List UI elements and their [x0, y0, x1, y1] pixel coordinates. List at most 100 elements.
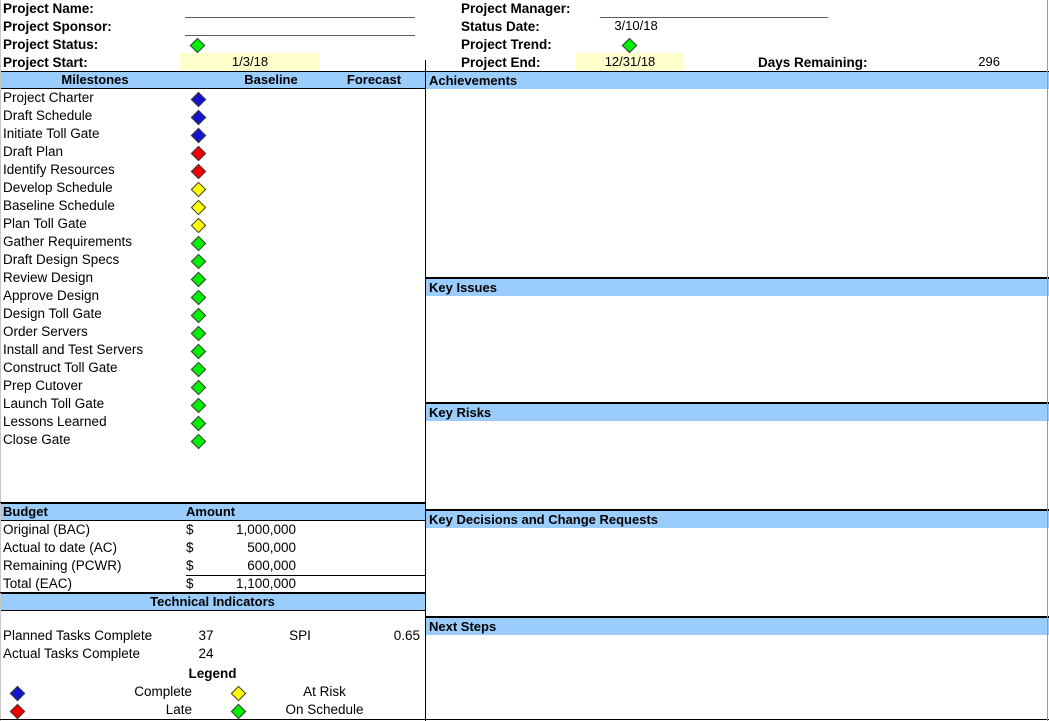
milestone-row[interactable]: Draft Schedule — [0, 107, 425, 125]
project-end-value[interactable]: 12/31/18 — [576, 53, 684, 71]
milestone-row[interactable]: Close Gate — [0, 431, 425, 449]
milestone-row[interactable]: Initiate Toll Gate — [0, 125, 425, 143]
project-start-value[interactable]: 1/3/18 — [180, 53, 320, 71]
project-manager-label: Project Manager: — [461, 1, 571, 16]
budget-amount: 1,000,000 — [186, 521, 296, 539]
milestone-name: Plan Toll Gate — [3, 215, 87, 233]
budget-header-label: Budget — [0, 504, 48, 520]
budget-row: Actual to date (AC)$500,000 — [0, 539, 425, 557]
budget-row-label: Remaining (PCWR) — [3, 557, 122, 575]
baseline-header-label: Baseline — [216, 72, 326, 88]
right-section-title: Key Decisions and Change Requests — [426, 512, 658, 528]
milestone-row[interactable]: Plan Toll Gate — [0, 215, 425, 233]
left-budget-bottom-rule — [0, 592, 426, 593]
sheet-left-edge — [0, 0, 1, 721]
milestone-row[interactable]: Review Design — [0, 269, 425, 287]
diamond-shape — [191, 326, 207, 342]
diamond-shape — [191, 272, 207, 288]
technical-indicators-label: Technical Indicators — [150, 594, 275, 610]
milestone-row[interactable]: Prep Cutover — [0, 377, 425, 395]
spi-value: 0.65 — [352, 627, 420, 645]
milestone-row[interactable]: Gather Requirements — [0, 233, 425, 251]
header-row-project-trend: Project Trend: — [461, 36, 552, 54]
spi-label: SPI — [270, 627, 330, 645]
milestone-name: Gather Requirements — [3, 233, 132, 251]
diamond-shape — [191, 110, 207, 126]
technical-indicator-label: Actual Tasks Complete — [3, 645, 140, 663]
right-section-body[interactable] — [426, 421, 1049, 510]
milestones-list: Project CharterDraft ScheduleInitiate To… — [0, 89, 425, 503]
milestone-name: Launch Toll Gate — [3, 395, 104, 413]
diamond-shape — [190, 38, 206, 54]
milestone-row[interactable]: Identify Resources — [0, 161, 425, 179]
milestone-row[interactable]: Design Toll Gate — [0, 305, 425, 323]
milestone-name: Approve Design — [3, 287, 99, 305]
diamond-shape — [191, 344, 207, 360]
budget-row-label: Original (BAC) — [3, 521, 90, 539]
days-remaining-label: Days Remaining: — [758, 54, 868, 72]
milestone-name: Design Toll Gate — [3, 305, 102, 323]
project-sponsor-input[interactable] — [185, 34, 415, 36]
diamond-shape — [231, 704, 247, 720]
status-date-value[interactable]: 3/10/18 — [576, 17, 696, 35]
sheet-right-edge — [1047, 0, 1048, 721]
sheet-bottom-rule — [0, 719, 1049, 720]
right-section-header: Next Steps — [426, 617, 1049, 637]
right-section-title: Key Issues — [426, 280, 497, 296]
project-name-input[interactable] — [185, 16, 415, 18]
technical-indicator-value: 37 — [180, 627, 232, 645]
milestone-row[interactable]: Launch Toll Gate — [0, 395, 425, 413]
legend-label: At Risk — [258, 683, 391, 701]
diamond-shape — [191, 254, 207, 270]
project-sponsor-label: Project Sponsor: — [3, 19, 112, 34]
days-remaining-value: 296 — [940, 53, 1000, 71]
diamond-shape — [191, 380, 207, 396]
milestone-row[interactable]: Draft Design Specs — [0, 251, 425, 269]
milestone-name: Identify Resources — [3, 161, 115, 179]
milestone-name: Draft Plan — [3, 143, 63, 161]
milestone-name: Develop Schedule — [3, 179, 113, 197]
milestone-row[interactable]: Baseline Schedule — [0, 197, 425, 215]
milestone-row[interactable]: Lessons Learned — [0, 413, 425, 431]
diamond-shape — [191, 92, 207, 108]
budget-row-label: Actual to date (AC) — [3, 539, 117, 557]
milestone-row[interactable]: Construct Toll Gate — [0, 359, 425, 377]
budget-row-label: Total (EAC) — [3, 575, 72, 593]
diamond-shape — [10, 686, 26, 702]
diamond-shape — [191, 308, 207, 324]
diamond-shape — [191, 164, 207, 180]
header-row-project-status: Project Status: — [3, 36, 98, 54]
header-row-project-name: Project Name: — [3, 0, 94, 18]
milestone-row[interactable]: Order Servers — [0, 323, 425, 341]
right-section-body[interactable] — [426, 528, 1049, 617]
header-right-block: Project Manager: Status Date: 3/10/18 Pr… — [428, 0, 1049, 71]
header-row-project-end: Project End: — [461, 54, 541, 72]
right-section-body[interactable] — [426, 635, 1049, 721]
right-section-body[interactable] — [426, 89, 1049, 278]
milestone-name: Construct Toll Gate — [3, 359, 118, 377]
milestones-column-header: Milestones Baseline Forecast — [0, 71, 425, 89]
milestone-row[interactable]: Install and Test Servers — [0, 341, 425, 359]
milestone-row[interactable]: Develop Schedule — [0, 179, 425, 197]
budget-amount: 1,100,000 — [186, 575, 296, 593]
right-section-body[interactable] — [426, 296, 1049, 403]
milestone-name: Draft Schedule — [3, 107, 92, 125]
budget-total-separator — [186, 575, 426, 576]
legend-label: Late — [60, 701, 192, 719]
header-row-status-date: Status Date: — [461, 18, 540, 36]
technical-indicator-row: Actual Tasks Complete24 — [0, 645, 425, 663]
milestone-row[interactable]: Project Charter — [0, 89, 425, 107]
project-trend-diamond-icon — [624, 39, 635, 54]
diamond-shape — [191, 128, 207, 144]
technical-indicator-row: Planned Tasks Complete37SPI0.65 — [0, 627, 425, 645]
project-end-label: Project End: — [461, 55, 541, 70]
milestone-status-diamond-icon — [193, 434, 204, 452]
budget-row: Remaining (PCWR)$600,000 — [0, 557, 425, 575]
header-row-project-manager: Project Manager: — [461, 0, 571, 18]
header-row-project-start: Project Start: — [3, 54, 88, 72]
milestone-name: Lessons Learned — [3, 413, 107, 431]
legend-row: LateOn Schedule — [0, 701, 425, 719]
diamond-shape — [191, 236, 207, 252]
milestone-row[interactable]: Draft Plan — [0, 143, 425, 161]
milestone-row[interactable]: Approve Design — [0, 287, 425, 305]
